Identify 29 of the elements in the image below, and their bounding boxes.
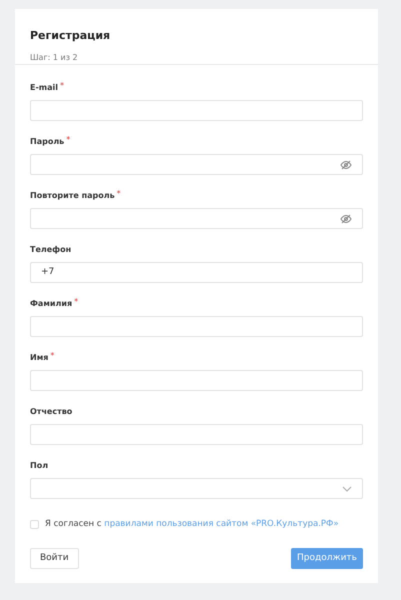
login-button[interactable]: Войти xyxy=(30,548,79,569)
required-asterisk: * xyxy=(66,135,70,145)
field-label: Телефон xyxy=(30,244,72,256)
agreement-checkbox[interactable] xyxy=(30,520,39,529)
required-asterisk: * xyxy=(74,297,78,307)
step-indicator: Шаг: 1 из 2 xyxy=(30,52,79,64)
field-label: Отчество xyxy=(30,406,72,418)
field-label: Пароль xyxy=(30,136,64,148)
input-field[interactable] xyxy=(30,316,363,337)
required-asterisk: * xyxy=(50,351,54,361)
input-field[interactable] xyxy=(30,424,363,445)
input-field[interactable] xyxy=(30,154,363,175)
input-field[interactable]: +7 xyxy=(30,262,363,283)
agreement-text: Я согласен с xyxy=(45,519,102,529)
chevron-down-icon xyxy=(342,486,352,492)
eye-slash-icon[interactable] xyxy=(340,158,352,170)
eye-slash-icon[interactable] xyxy=(340,212,352,224)
required-asterisk: * xyxy=(60,81,64,91)
input-field[interactable] xyxy=(30,100,363,121)
select-field[interactable] xyxy=(30,478,363,499)
field-label: Фамилия xyxy=(30,298,72,310)
required-asterisk: * xyxy=(116,189,121,199)
input-field[interactable] xyxy=(30,370,363,391)
field-label: E-mail xyxy=(30,82,58,94)
field-label: Пол xyxy=(30,460,48,472)
form-title: Регистрация xyxy=(30,28,112,44)
field-label: Имя xyxy=(30,352,48,364)
field-label: Повторите пароль xyxy=(30,190,115,202)
input-field[interactable] xyxy=(30,208,363,229)
